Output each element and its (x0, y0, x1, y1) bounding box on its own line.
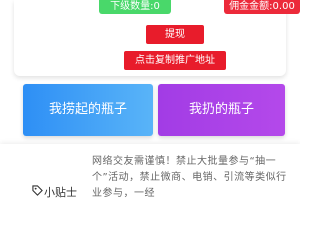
promotion-page: 下级数量:0 佣金金额:0.00 提现 点击复制推广地址 我捞起的瓶子 我扔的瓶… (0, 0, 300, 200)
commission-amount-badge: 佣金金额:0.00 (224, 0, 300, 14)
tag-icon (32, 185, 43, 196)
picked-bottles-button[interactable]: 我捞起的瓶子 (23, 84, 153, 136)
tips-title: 小贴士 (44, 186, 77, 199)
thrown-bottles-button[interactable]: 我扔的瓶子 (158, 84, 285, 136)
tips-content: 网络交友需谨慎！禁止大批量参与“抽一个”活动，禁止微商、电销、引流等类似行业参与… (92, 156, 287, 199)
copy-promotion-link-button[interactable]: 点击复制推广地址 (124, 51, 226, 70)
withdraw-button[interactable]: 提现 (146, 25, 204, 44)
tips-section: 小贴士 网络交友需谨慎！禁止大批量参与“抽一个”活动，禁止微商、电销、引流等类似… (0, 144, 300, 200)
promotion-card: 下级数量:0 佣金金额:0.00 提现 点击复制推广地址 (14, 0, 300, 76)
subordinate-count-badge: 下级数量:0 (99, 0, 171, 14)
